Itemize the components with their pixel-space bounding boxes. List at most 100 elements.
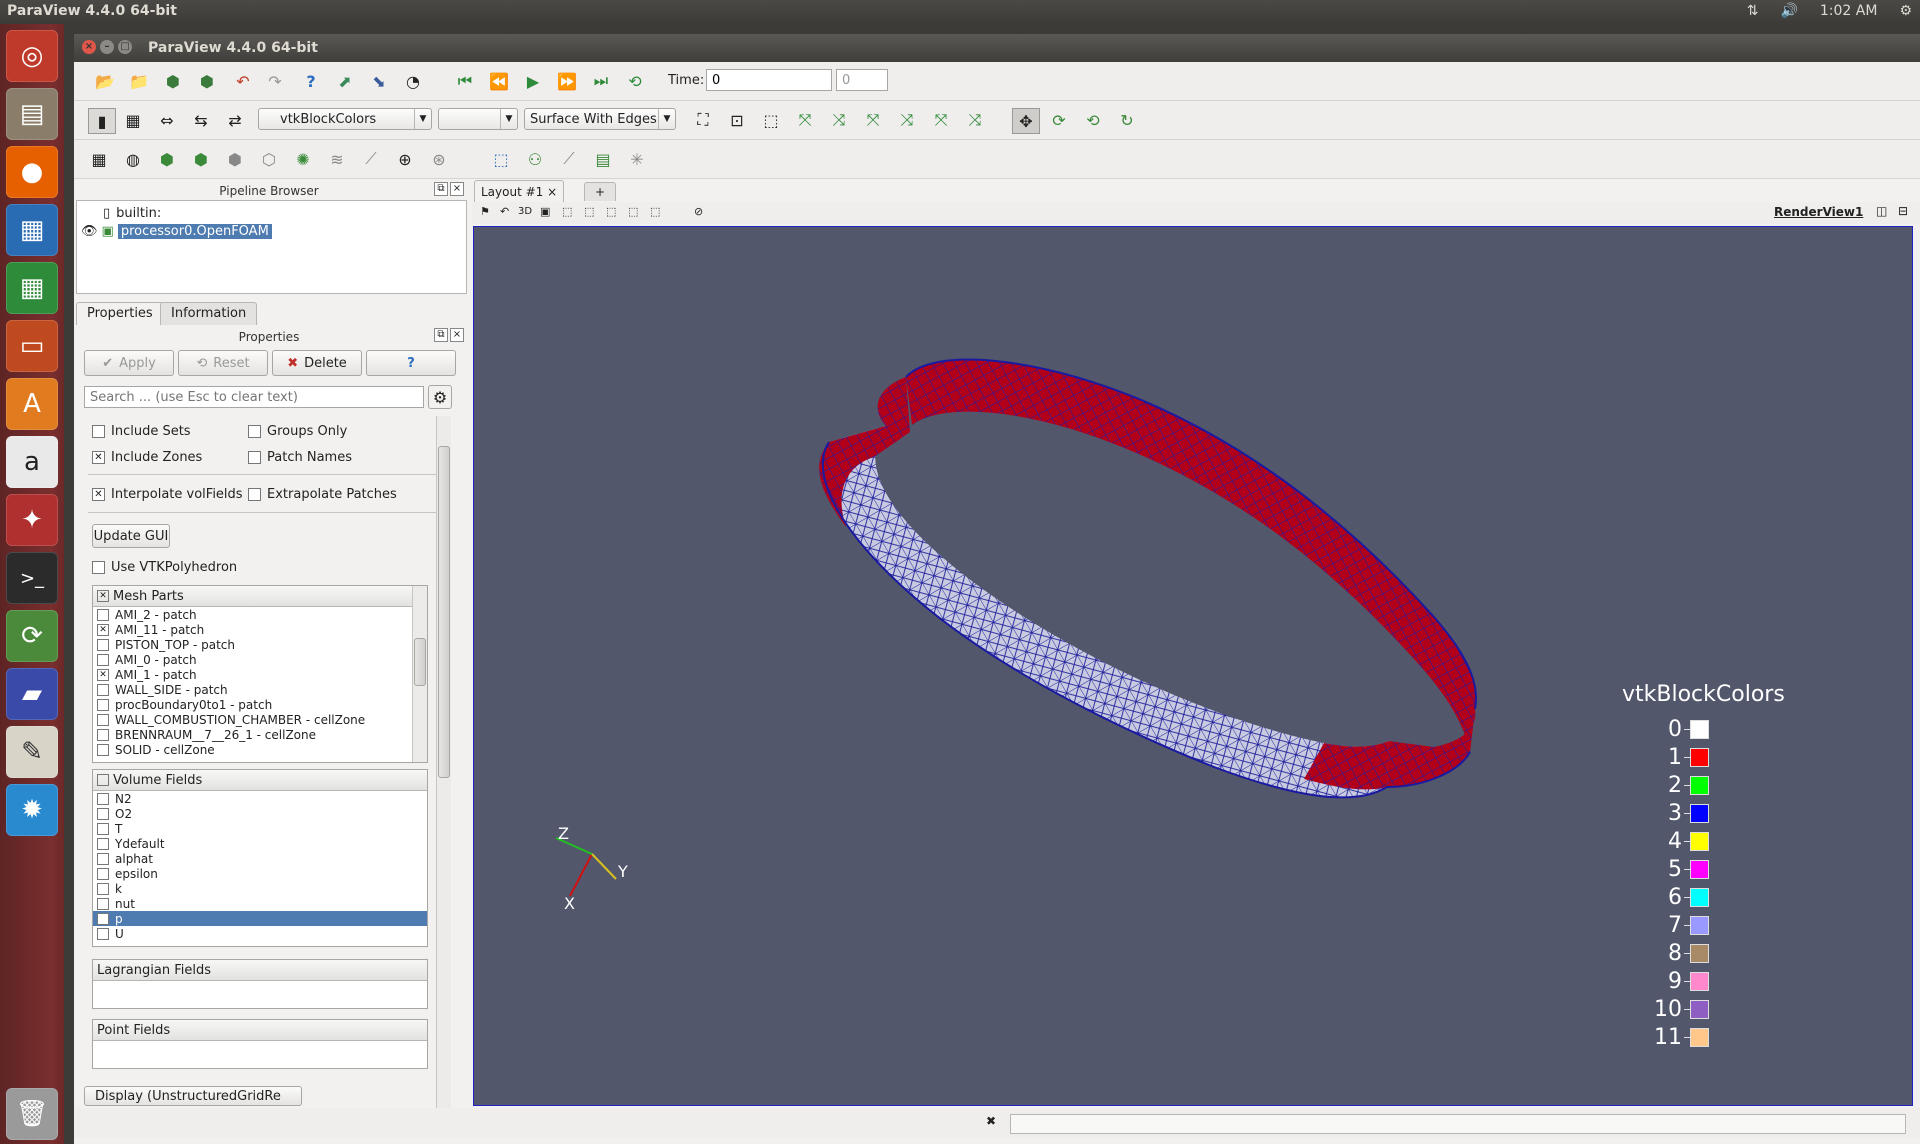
mesh-part-row[interactable]: AMI_0 - patch: [93, 652, 427, 667]
representation-dropdown[interactable]: Surface With Edges ▼: [524, 108, 676, 130]
interaction-mode-icon[interactable]: ✥: [1012, 108, 1040, 134]
mesh-part-row[interactable]: ✕ AMI_1 - patch: [93, 667, 427, 682]
firefox-icon[interactable]: ●: [6, 146, 58, 198]
mesh-part-row[interactable]: SOLID - cellZone: [93, 742, 427, 757]
volume-field-checkbox[interactable]: [97, 807, 109, 820]
mesh-part-checkbox[interactable]: [97, 638, 109, 651]
mesh-part-checkbox[interactable]: [97, 653, 109, 666]
slice-icon[interactable]: ⬢: [188, 147, 214, 171]
undo-icon[interactable]: ↶: [230, 69, 256, 93]
volume-field-row[interactable]: O2: [93, 806, 427, 821]
color-by-dropdown[interactable]: vtkBlockColors ▼: [258, 108, 432, 130]
extract-subset-icon[interactable]: ⬡: [256, 147, 282, 171]
last-frame-icon[interactable]: ⏭: [588, 69, 614, 93]
previous-frame-icon[interactable]: ⏪: [486, 69, 512, 93]
app-icon[interactable]: ✹: [6, 784, 58, 836]
split-vertical-icon[interactable]: ⊟: [1898, 204, 1908, 218]
volume-field-checkbox[interactable]: [97, 927, 109, 940]
camera-undo-icon[interactable]: ↶: [500, 205, 509, 218]
reset-button[interactable]: ⟲ Reset: [178, 350, 268, 376]
mesh-part-checkbox[interactable]: [97, 683, 109, 696]
extrapolate-patches-checkbox[interactable]: Extrapolate Patches: [248, 487, 397, 502]
macro-icon[interactable]: ◔: [400, 69, 426, 93]
mesh-part-row[interactable]: AMI_2 - patch: [93, 607, 427, 622]
mesh-part-checkbox[interactable]: [97, 713, 109, 726]
mesh-part-checkbox[interactable]: ✕: [97, 623, 109, 636]
volume-field-checkbox[interactable]: [97, 897, 109, 910]
extract-level-icon[interactable]: ⊛: [426, 147, 452, 171]
threshold-icon[interactable]: ⬢: [222, 147, 248, 171]
volume-field-checkbox[interactable]: [97, 837, 109, 850]
apply-button[interactable]: ✔ Apply: [84, 350, 174, 376]
pipeline-root[interactable]: ▯ builtin:: [103, 206, 161, 221]
component-dropdown[interactable]: ▼: [438, 108, 518, 130]
render-view[interactable]: Z Y X vtkBlockColors 0 1 2 3 4 5 6 7 8 9 10 11: [473, 226, 1913, 1106]
reset-camera-icon[interactable]: ⛶: [690, 108, 716, 132]
rotate-icon[interactable]: ↻: [1114, 108, 1140, 132]
mesh-part-checkbox[interactable]: [97, 608, 109, 621]
tab-layout-1[interactable]: Layout #1 ×: [474, 180, 565, 203]
select-cells-icon[interactable]: ⬚: [562, 205, 572, 218]
select-points-icon[interactable]: ⬚: [584, 205, 594, 218]
system-gear-icon[interactable]: ⚙: [1899, 3, 1912, 19]
volume-field-row[interactable]: alphat: [93, 851, 427, 866]
properties-search-input[interactable]: [84, 386, 424, 408]
clear-selection-icon[interactable]: ⊘: [694, 205, 703, 218]
mesh-part-row[interactable]: BRENNRAUM__7__26_1 - cellZone: [93, 727, 427, 742]
add-layout-tab-button[interactable]: +: [584, 182, 617, 201]
first-frame-icon[interactable]: ⏮: [452, 69, 478, 93]
groups-only-checkbox[interactable]: Groups Only: [248, 424, 347, 439]
color-legend[interactable]: vtkBlockColors 0 1 2 3 4 5 6 7 8 9 10 11: [1622, 682, 1802, 1051]
set-view-minus-x-icon[interactable]: ⤨: [826, 108, 852, 132]
rescale-range-icon[interactable]: ⇔: [154, 108, 180, 132]
mesh-part-row[interactable]: procBoundary0to1 - patch: [93, 697, 427, 712]
find-data-icon[interactable]: ⬚: [488, 147, 514, 171]
select-frustum-icon[interactable]: ⬚: [606, 205, 616, 218]
include-zones-checkbox[interactable]: ✕ Include Zones: [92, 450, 202, 465]
glyph-icon[interactable]: ✺: [290, 147, 316, 171]
mesh-part-row[interactable]: ✕ AMI_11 - patch: [93, 622, 427, 637]
mesh-part-checkbox[interactable]: [97, 698, 109, 711]
rotate-90-cw-icon[interactable]: ⟳: [1046, 108, 1072, 132]
network-icon[interactable]: ⇅: [1747, 3, 1759, 19]
connect-icon[interactable]: ⬈: [332, 69, 358, 93]
volume-field-row[interactable]: Ydefault: [93, 836, 427, 851]
volume-field-row[interactable]: T: [93, 821, 427, 836]
interpolate-volfields-checkbox[interactable]: ✕ Interpolate volFields: [92, 487, 243, 502]
display-section-header[interactable]: Display (UnstructuredGridRe: [84, 1086, 302, 1106]
software-center-icon[interactable]: A: [6, 378, 58, 430]
patch-names-checkbox[interactable]: Patch Names: [248, 450, 352, 465]
disconnect-icon[interactable]: ⬊: [366, 69, 392, 93]
use-vtkpolyhedron-checkbox[interactable]: Use VTKPolyhedron: [92, 560, 237, 575]
close-window-button[interactable]: ×: [82, 40, 96, 54]
volume-icon[interactable]: 🔊: [1780, 3, 1797, 19]
open-file-icon[interactable]: 📂: [92, 69, 118, 93]
edit-color-map-icon[interactable]: ▦: [120, 108, 146, 132]
close-panel-icon[interactable]: ×: [450, 182, 464, 196]
clip-icon[interactable]: ⬢: [154, 147, 180, 171]
volume-field-checkbox[interactable]: [97, 912, 109, 925]
zoom-to-data-icon[interactable]: ⊡: [724, 108, 750, 132]
next-frame-icon[interactable]: ⏩: [554, 69, 580, 93]
loop-icon[interactable]: ⟲: [622, 69, 648, 93]
volume-fields-select-all-checkbox[interactable]: [97, 774, 109, 786]
minimize-window-button[interactable]: –: [100, 40, 114, 54]
mesh-part-row[interactable]: WALL_SIDE - patch: [93, 682, 427, 697]
lagrangian-fields-header[interactable]: Lagrangian Fields: [93, 960, 427, 981]
camera-icon[interactable]: ⚑: [480, 205, 490, 218]
mode-3d-toggle[interactable]: 3D: [518, 206, 532, 217]
writer-icon[interactable]: ▦: [6, 204, 58, 256]
trash-icon[interactable]: 🗑: [6, 1088, 58, 1140]
volume-field-checkbox[interactable]: [97, 852, 109, 865]
mesh-part-checkbox[interactable]: [97, 743, 109, 756]
screenshot-icon[interactable]: ▣: [540, 205, 550, 218]
maximize-window-button[interactable]: □: [118, 40, 132, 54]
tab-information[interactable]: Information: [160, 302, 258, 325]
mesh-part-row[interactable]: WALL_COMBUSTION_CHAMBER - cellZone: [93, 712, 427, 727]
axes-icon[interactable]: ✳: [624, 147, 650, 171]
close-panel-icon[interactable]: ×: [450, 328, 464, 342]
properties-help-button[interactable]: ?: [366, 350, 456, 376]
float-panel-icon[interactable]: ⧉: [434, 182, 448, 196]
time-step-spinbox[interactable]: [836, 69, 888, 91]
rotate-90-ccw-icon[interactable]: ⟲: [1080, 108, 1106, 132]
